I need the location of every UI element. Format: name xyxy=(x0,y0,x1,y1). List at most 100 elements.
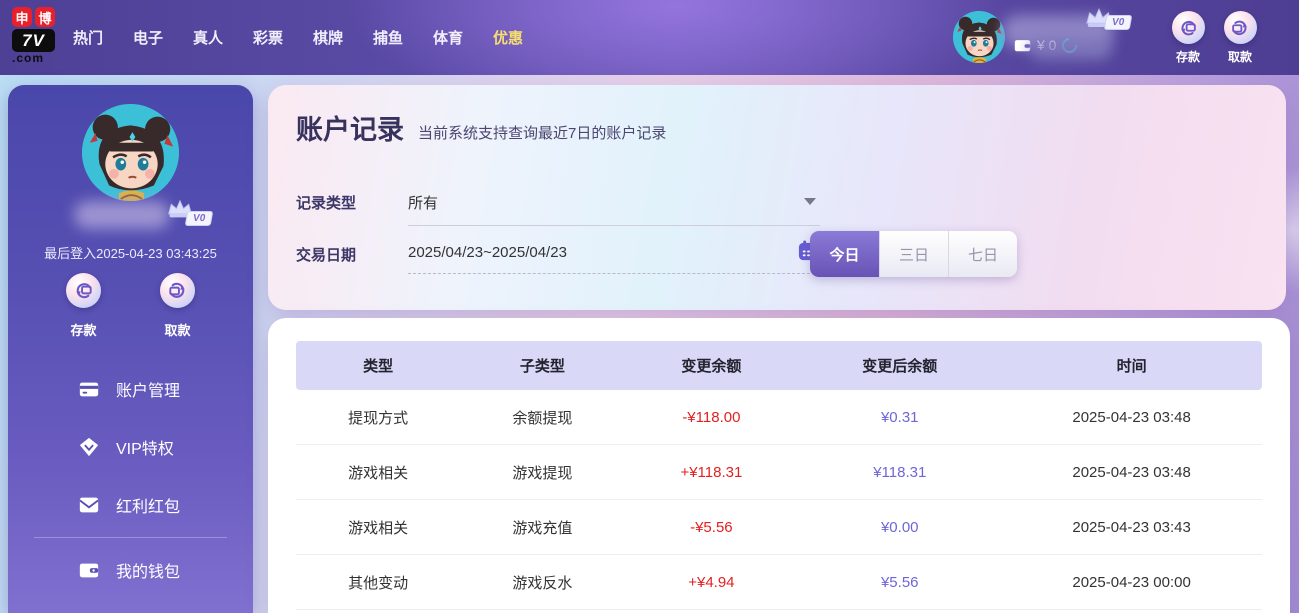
deposit-icon xyxy=(1172,11,1205,44)
row-time: 2025-04-23 03:48 xyxy=(1001,464,1262,481)
account-records-screen: 申 博 7V .com 热门 电子 真人 彩票 棋牌 捕鱼 体育 优惠 V0 xyxy=(0,0,1299,613)
row-type: 其他变动 xyxy=(296,572,460,593)
col-header-change: 变更余额 xyxy=(624,355,798,376)
topbar-deposit-button[interactable]: 存款 xyxy=(1160,11,1216,65)
sidebar-item-my-wallet[interactable]: 我的钱包 xyxy=(8,541,253,599)
nav-item-sports[interactable]: 体育 xyxy=(418,27,478,48)
chevron-down-icon[interactable] xyxy=(804,198,816,205)
nav-item-live[interactable]: 真人 xyxy=(178,27,238,48)
vip-level-badge: V0 xyxy=(1104,15,1133,30)
row-type: 游戏相关 xyxy=(296,462,460,483)
logo-text: 7V xyxy=(12,29,55,52)
withdraw-icon xyxy=(160,273,195,308)
row-change-amount: +¥4.94 xyxy=(624,574,798,591)
records-table: 类型 子类型 变更余额 变更后余额 时间 提现方式 余额提现 -¥118.00 … xyxy=(296,341,1262,610)
date-range-tabs: 今日 三日 七日 xyxy=(810,231,1017,277)
title-row: 账户记录 当前系统支持查询最近7日的账户记录 xyxy=(296,108,666,147)
date-range-input[interactable]: 2025/04/23~2025/04/23 xyxy=(408,241,820,274)
sidebar-item-bonus-redpacket[interactable]: 红利红包 xyxy=(8,476,253,534)
logo-badge-right: 博 xyxy=(35,7,55,27)
date-range-filter: 交易日期 2025/04/23~2025/04/23 xyxy=(296,241,820,274)
col-header-balance-after: 变更后余额 xyxy=(798,355,1001,376)
table-row: 提现方式 余额提现 -¥118.00 ¥0.31 2025-04-23 03:4… xyxy=(296,390,1262,445)
table-row: 游戏相关 游戏充值 -¥5.56 ¥0.00 2025-04-23 03:43 xyxy=(296,500,1262,555)
bank-card-icon xyxy=(78,378,100,400)
main-nav: 热门 电子 真人 彩票 棋牌 捕鱼 体育 优惠 xyxy=(58,0,538,75)
col-header-time: 时间 xyxy=(1001,355,1262,376)
row-type: 游戏相关 xyxy=(296,517,460,538)
withdraw-label: 取款 xyxy=(1212,48,1268,65)
deposit-label: 存款 xyxy=(1160,48,1216,65)
nav-item-promos[interactable]: 优惠 xyxy=(478,27,538,48)
sidebar-deposit-button[interactable]: 存款 xyxy=(52,273,116,339)
row-balance-after: ¥5.56 xyxy=(798,574,1001,591)
page-title: 账户记录 xyxy=(296,108,404,147)
table-row: 其他变动 游戏反水 +¥4.94 ¥5.56 2025-04-23 00:00 xyxy=(296,555,1262,610)
top-navbar: 申 博 7V .com 热门 电子 真人 彩票 棋牌 捕鱼 体育 优惠 V0 xyxy=(0,0,1299,75)
vip-gem-icon xyxy=(78,436,100,458)
row-balance-after: ¥0.00 xyxy=(798,519,1001,536)
deposit-label: 存款 xyxy=(52,320,116,339)
sidebar-item-account-management[interactable]: 账户管理 xyxy=(8,360,253,418)
row-change-amount: -¥5.56 xyxy=(624,519,798,536)
withdraw-icon xyxy=(1224,11,1257,44)
wallet-icon xyxy=(78,559,100,581)
row-subtype: 余额提现 xyxy=(460,407,624,428)
col-header-type: 类型 xyxy=(296,355,460,376)
tab-today[interactable]: 今日 xyxy=(810,231,879,277)
sidebar-menu: 账户管理 VIP特权 红利红包 xyxy=(8,360,253,613)
nav-item-fishing[interactable]: 捕鱼 xyxy=(358,27,418,48)
row-change-amount: -¥118.00 xyxy=(624,409,798,426)
row-balance-after: ¥0.31 xyxy=(798,409,1001,426)
sidebar-item-deposit-withdraw-details[interactable]: 充提明细 xyxy=(8,599,253,613)
row-time: 2025-04-23 03:43 xyxy=(1001,519,1262,536)
page-subtitle: 当前系统支持查询最近7日的账户记录 xyxy=(418,122,666,147)
menu-label: 我的钱包 xyxy=(116,558,180,582)
records-header-panel: 账户记录 当前系统支持查询最近7日的账户记录 记录类型 所有 交易日期 2025… xyxy=(268,85,1286,310)
sidebar-avatar[interactable] xyxy=(82,104,179,201)
envelope-icon xyxy=(78,494,100,516)
withdraw-label: 取款 xyxy=(146,320,210,339)
record-type-label: 记录类型 xyxy=(296,189,408,213)
row-time: 2025-04-23 03:48 xyxy=(1001,409,1262,426)
row-subtype: 游戏充值 xyxy=(460,517,624,538)
table-row: 游戏相关 游戏提现 +¥118.31 ¥118.31 2025-04-23 03… xyxy=(296,445,1262,500)
sidebar-user-row: V0 xyxy=(8,197,253,233)
table-header-row: 类型 子类型 变更余额 变更后余额 时间 xyxy=(296,341,1262,390)
deposit-icon xyxy=(66,273,101,308)
date-range-value: 2025/04/23~2025/04/23 xyxy=(408,244,567,261)
records-table-panel: 类型 子类型 变更余额 变更后余额 时间 提现方式 余额提现 -¥118.00 … xyxy=(268,318,1290,613)
row-change-amount: +¥118.31 xyxy=(624,464,798,481)
nav-item-lottery[interactable]: 彩票 xyxy=(238,27,298,48)
sidebar-actions: 存款 取款 xyxy=(8,273,253,339)
last-login-text: 最后登入2025-04-23 03:43:25 xyxy=(8,243,253,262)
wallet-icon xyxy=(1014,38,1031,52)
avatar[interactable] xyxy=(953,11,1005,63)
redacted-balance xyxy=(1030,38,1112,60)
sidebar-withdraw-button[interactable]: 取款 xyxy=(146,273,210,339)
date-range-label: 交易日期 xyxy=(296,241,408,265)
logo-badge-left: 申 xyxy=(12,7,32,27)
menu-label: VIP特权 xyxy=(116,435,174,459)
col-header-subtype: 子类型 xyxy=(460,355,624,376)
redacted-username xyxy=(74,201,170,229)
row-subtype: 游戏反水 xyxy=(460,572,624,593)
menu-label: 账户管理 xyxy=(116,377,180,401)
row-time: 2025-04-23 00:00 xyxy=(1001,574,1262,591)
nav-item-hot[interactable]: 热门 xyxy=(58,27,118,48)
nav-item-slots[interactable]: 电子 xyxy=(118,27,178,48)
sidebar: V0 最后登入2025-04-23 03:43:25 存款 取款 xyxy=(8,85,253,613)
menu-divider xyxy=(34,537,227,538)
tab-three-days[interactable]: 三日 xyxy=(879,231,948,277)
sidebar-item-vip-privileges[interactable]: VIP特权 xyxy=(8,418,253,476)
row-subtype: 游戏提现 xyxy=(460,462,624,483)
row-type: 提现方式 xyxy=(296,407,460,428)
tab-seven-days[interactable]: 七日 xyxy=(948,231,1017,277)
nav-item-cards[interactable]: 棋牌 xyxy=(298,27,358,48)
topbar-withdraw-button[interactable]: 取款 xyxy=(1212,11,1268,65)
record-type-filter: 记录类型 所有 xyxy=(296,189,820,226)
record-type-select[interactable]: 所有 xyxy=(408,189,820,226)
record-type-value: 所有 xyxy=(408,195,438,212)
menu-label: 红利红包 xyxy=(116,493,180,517)
vip-level-badge: V0 xyxy=(185,211,214,226)
